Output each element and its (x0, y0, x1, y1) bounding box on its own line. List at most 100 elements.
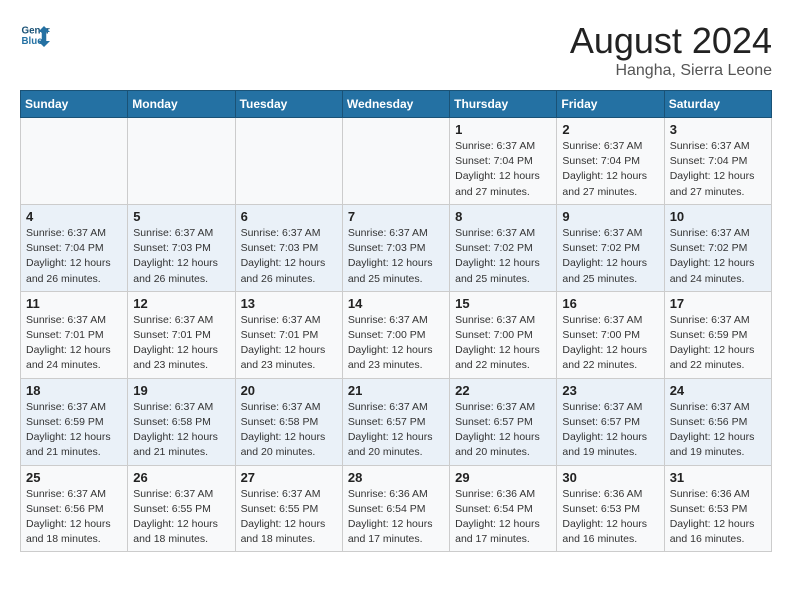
day-info: Sunrise: 6:37 AM Sunset: 6:57 PM Dayligh… (455, 400, 551, 461)
day-number: 9 (562, 209, 658, 224)
calendar-cell: 29 Sunrise: 6:36 AM Sunset: 6:54 PM Dayli… (450, 465, 557, 552)
day-number: 25 (26, 470, 122, 485)
logo: General Blue (20, 20, 50, 50)
day-number: 21 (348, 383, 444, 398)
calendar-cell: 31Sunrise: 6:36 AM Sunset: 6:53 PM Dayli… (664, 465, 771, 552)
day-info: Sunrise: 6:37 AM Sunset: 6:58 PM Dayligh… (241, 400, 337, 461)
calendar-cell: 5 Sunrise: 6:37 AM Sunset: 7:03 PM Daylig… (128, 204, 235, 291)
day-info: Sunrise: 6:37 AM Sunset: 6:59 PM Dayligh… (26, 400, 122, 461)
calendar-cell: 3 Sunrise: 6:37 AM Sunset: 7:04 PM Daylig… (664, 118, 771, 205)
calendar-cell: 9 Sunrise: 6:37 AM Sunset: 7:02 PM Daylig… (557, 204, 664, 291)
day-number: 14 (348, 296, 444, 311)
day-info: Sunrise: 6:37 AM Sunset: 7:03 PM Dayligh… (241, 226, 337, 287)
day-number: 15 (455, 296, 551, 311)
day-info: Sunrise: 6:37 AM Sunset: 7:02 PM Dayligh… (455, 226, 551, 287)
day-info: Sunrise: 6:37 AM Sunset: 6:58 PM Dayligh… (133, 400, 229, 461)
day-number: 3 (670, 122, 766, 137)
calendar-cell: 14 Sunrise: 6:37 AM Sunset: 7:00 PM Dayli… (342, 291, 449, 378)
day-info: Sunrise: 6:37 AM Sunset: 7:02 PM Dayligh… (670, 226, 766, 287)
calendar-cell: 17Sunrise: 6:37 AM Sunset: 6:59 PM Dayli… (664, 291, 771, 378)
weekday-header-tuesday: Tuesday (235, 91, 342, 118)
weekday-row: SundayMondayTuesdayWednesdayThursdayFrid… (21, 91, 772, 118)
calendar-cell: 24Sunrise: 6:37 AM Sunset: 6:56 PM Dayli… (664, 378, 771, 465)
calendar-cell: 27Sunrise: 6:37 AM Sunset: 6:55 PM Dayli… (235, 465, 342, 552)
day-number: 6 (241, 209, 337, 224)
calendar-cell: 23 Sunrise: 6:37 AM Sunset: 6:57 PM Dayli… (557, 378, 664, 465)
day-number: 28 (348, 470, 444, 485)
day-number: 31 (670, 470, 766, 485)
day-number: 29 (455, 470, 551, 485)
day-info: Sunrise: 6:37 AM Sunset: 7:04 PM Dayligh… (670, 139, 766, 200)
weekday-header-sunday: Sunday (21, 91, 128, 118)
calendar-cell (128, 118, 235, 205)
calendar-cell: 21 Sunrise: 6:37 AM Sunset: 6:57 PM Dayli… (342, 378, 449, 465)
day-number: 12 (133, 296, 229, 311)
calendar-week-4: 18 Sunrise: 6:37 AM Sunset: 6:59 PM Dayli… (21, 378, 772, 465)
day-info: Sunrise: 6:37 AM Sunset: 7:04 PM Dayligh… (562, 139, 658, 200)
calendar-header: SundayMondayTuesdayWednesdayThursdayFrid… (21, 91, 772, 118)
calendar-cell: 13Sunrise: 6:37 AM Sunset: 7:01 PM Dayli… (235, 291, 342, 378)
day-number: 27 (241, 470, 337, 485)
calendar-cell: 12 Sunrise: 6:37 AM Sunset: 7:01 PM Dayli… (128, 291, 235, 378)
weekday-header-wednesday: Wednesday (342, 91, 449, 118)
day-info: Sunrise: 6:36 AM Sunset: 6:53 PM Dayligh… (562, 487, 658, 548)
calendar-cell: 19 Sunrise: 6:37 AM Sunset: 6:58 PM Dayli… (128, 378, 235, 465)
day-info: Sunrise: 6:36 AM Sunset: 6:54 PM Dayligh… (348, 487, 444, 548)
day-info: Sunrise: 6:37 AM Sunset: 7:00 PM Dayligh… (562, 313, 658, 374)
day-number: 20 (241, 383, 337, 398)
title-block: August 2024 Hangha, Sierra Leone (570, 20, 772, 80)
day-info: Sunrise: 6:37 AM Sunset: 6:56 PM Dayligh… (26, 487, 122, 548)
day-number: 22 (455, 383, 551, 398)
day-info: Sunrise: 6:36 AM Sunset: 6:54 PM Dayligh… (455, 487, 551, 548)
day-info: Sunrise: 6:37 AM Sunset: 7:01 PM Dayligh… (241, 313, 337, 374)
day-number: 18 (26, 383, 122, 398)
day-number: 2 (562, 122, 658, 137)
calendar-table: SundayMondayTuesdayWednesdayThursdayFrid… (20, 90, 772, 552)
calendar-cell: 25 Sunrise: 6:37 AM Sunset: 6:56 PM Dayli… (21, 465, 128, 552)
day-number: 24 (670, 383, 766, 398)
day-info: Sunrise: 6:37 AM Sunset: 7:01 PM Dayligh… (26, 313, 122, 374)
calendar-cell: 6 Sunrise: 6:37 AM Sunset: 7:03 PM Daylig… (235, 204, 342, 291)
calendar-cell: 18 Sunrise: 6:37 AM Sunset: 6:59 PM Dayli… (21, 378, 128, 465)
weekday-header-monday: Monday (128, 91, 235, 118)
day-info: Sunrise: 6:37 AM Sunset: 7:02 PM Dayligh… (562, 226, 658, 287)
day-number: 16 (562, 296, 658, 311)
day-info: Sunrise: 6:37 AM Sunset: 7:04 PM Dayligh… (26, 226, 122, 287)
logo-icon: General Blue (20, 20, 50, 50)
day-info: Sunrise: 6:37 AM Sunset: 7:03 PM Dayligh… (348, 226, 444, 287)
day-info: Sunrise: 6:37 AM Sunset: 6:57 PM Dayligh… (348, 400, 444, 461)
calendar-cell: 20 Sunrise: 6:37 AM Sunset: 6:58 PM Dayli… (235, 378, 342, 465)
day-number: 19 (133, 383, 229, 398)
calendar-cell: 11 Sunrise: 6:37 AM Sunset: 7:01 PM Dayli… (21, 291, 128, 378)
day-info: Sunrise: 6:37 AM Sunset: 7:00 PM Dayligh… (348, 313, 444, 374)
weekday-header-thursday: Thursday (450, 91, 557, 118)
weekday-header-saturday: Saturday (664, 91, 771, 118)
day-number: 30 (562, 470, 658, 485)
calendar-cell: 16 Sunrise: 6:37 AM Sunset: 7:00 PM Dayli… (557, 291, 664, 378)
day-info: Sunrise: 6:37 AM Sunset: 7:01 PM Dayligh… (133, 313, 229, 374)
calendar-cell: 15 Sunrise: 6:37 AM Sunset: 7:00 PM Dayli… (450, 291, 557, 378)
day-number: 4 (26, 209, 122, 224)
calendar-week-2: 4 Sunrise: 6:37 AM Sunset: 7:04 PM Daylig… (21, 204, 772, 291)
day-number: 5 (133, 209, 229, 224)
calendar-cell: 1Sunrise: 6:37 AM Sunset: 7:04 PM Daylig… (450, 118, 557, 205)
day-number: 23 (562, 383, 658, 398)
calendar-cell (235, 118, 342, 205)
day-number: 26 (133, 470, 229, 485)
day-number: 11 (26, 296, 122, 311)
calendar-cell: 4 Sunrise: 6:37 AM Sunset: 7:04 PM Daylig… (21, 204, 128, 291)
calendar-cell: 30 Sunrise: 6:36 AM Sunset: 6:53 PM Dayli… (557, 465, 664, 552)
day-info: Sunrise: 6:37 AM Sunset: 7:00 PM Dayligh… (455, 313, 551, 374)
page-header: General Blue August 2024 Hangha, Sierra … (20, 20, 772, 80)
calendar-cell: 7 Sunrise: 6:37 AM Sunset: 7:03 PM Daylig… (342, 204, 449, 291)
calendar-week-3: 11 Sunrise: 6:37 AM Sunset: 7:01 PM Dayli… (21, 291, 772, 378)
calendar-week-1: 1Sunrise: 6:37 AM Sunset: 7:04 PM Daylig… (21, 118, 772, 205)
day-info: Sunrise: 6:37 AM Sunset: 7:03 PM Dayligh… (133, 226, 229, 287)
subtitle: Hangha, Sierra Leone (570, 62, 772, 80)
calendar-cell (21, 118, 128, 205)
day-number: 7 (348, 209, 444, 224)
main-title: August 2024 (570, 20, 772, 62)
day-info: Sunrise: 6:37 AM Sunset: 6:55 PM Dayligh… (133, 487, 229, 548)
day-info: Sunrise: 6:37 AM Sunset: 6:57 PM Dayligh… (562, 400, 658, 461)
calendar-cell: 26 Sunrise: 6:37 AM Sunset: 6:55 PM Dayli… (128, 465, 235, 552)
